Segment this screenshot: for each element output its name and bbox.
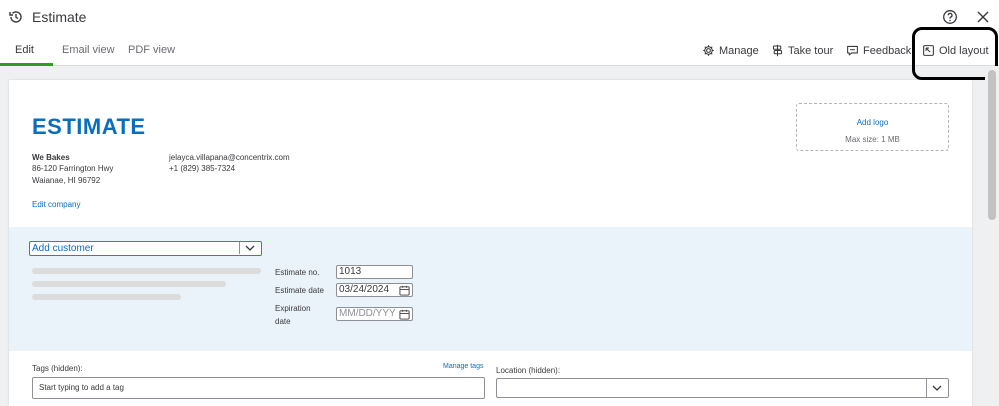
loading-placeholder [32, 268, 261, 274]
location-label: Location (hidden): [496, 366, 561, 375]
estimate-date-value: 03/24/2024 [339, 284, 390, 295]
active-tab-indicator [0, 63, 53, 66]
expiration-date-label-line2: date [275, 317, 291, 326]
calendar-icon[interactable] [399, 309, 410, 320]
manage-button[interactable]: Manage [702, 44, 759, 57]
estimate-date-label: Estimate date [275, 286, 324, 295]
estimate-heading: ESTIMATE [32, 114, 146, 139]
expiration-date-input[interactable]: MM/DD/YYY [336, 307, 413, 321]
company-phone: +1 (829) 385-7324 [169, 164, 236, 173]
customer-select[interactable]: Add customer [29, 241, 262, 256]
manage-label: Manage [719, 44, 759, 57]
company-address-line1: 86-120 Farrington Hwy [32, 164, 114, 173]
estimate-no-label: Estimate no. [275, 268, 320, 277]
scrollbar-thumb[interactable] [988, 70, 996, 220]
expiration-date-placeholder: MM/DD/YYY [339, 308, 396, 319]
logo-max-size: Max size: 1 MB [845, 135, 900, 144]
calendar-icon[interactable] [399, 285, 410, 296]
company-address-line2: Waianae, HI 96792 [32, 176, 101, 185]
logo-upload-box[interactable]: Add logo Max size: 1 MB [796, 103, 949, 151]
page-title: Estimate [32, 9, 87, 25]
take-tour-button[interactable]: Take tour [771, 44, 833, 57]
company-email: jelayca.villapana@concentrix.com [169, 153, 290, 162]
loading-placeholder [32, 294, 181, 300]
company-name: We Bakes [32, 153, 70, 162]
chat-bubble-icon [847, 45, 858, 56]
vertical-scrollbar[interactable] [985, 66, 999, 406]
tab-pdf-view[interactable]: PDF view [128, 44, 175, 56]
feedback-button[interactable]: Feedback [846, 44, 911, 57]
feedback-label: Feedback [863, 44, 912, 57]
customer-select-placeholder: Add customer [32, 243, 94, 254]
expiration-date-label: Expiration [275, 304, 311, 313]
take-tour-label: Take tour [788, 44, 834, 57]
title-bar: Estimate [0, 0, 999, 36]
customer-panel: Add customer Estimate no. 1013 Estimate … [9, 227, 972, 351]
manage-tags-link[interactable]: Manage tags [443, 363, 483, 370]
select-divider [926, 379, 927, 397]
tags-label: Tags (hidden): [32, 364, 83, 373]
tab-bar: Edit Email view PDF view Manage Take tou… [0, 36, 999, 66]
chevron-down-icon[interactable] [245, 244, 255, 252]
estimate-no-input[interactable]: 1013 [336, 265, 413, 279]
select-divider [239, 242, 240, 254]
edit-company-link[interactable]: Edit company [32, 200, 80, 209]
history-icon[interactable] [8, 9, 24, 25]
tab-email-view[interactable]: Email view [62, 44, 115, 56]
gear-icon [703, 45, 714, 56]
estimate-date-input[interactable]: 03/24/2024 [336, 283, 413, 297]
close-icon[interactable] [975, 9, 991, 25]
chevron-down-icon[interactable] [932, 384, 942, 392]
add-logo-link[interactable]: Add logo [797, 118, 948, 127]
location-select[interactable] [496, 378, 949, 398]
tab-edit[interactable]: Edit [15, 44, 34, 56]
signpost-icon [772, 44, 783, 57]
help-icon[interactable] [942, 9, 958, 25]
tags-input[interactable]: Start typing to add a tag [32, 377, 485, 399]
loading-placeholder [32, 281, 226, 287]
estimate-document: ESTIMATE We Bakes 86-120 Farrington Hwy … [9, 80, 972, 406]
